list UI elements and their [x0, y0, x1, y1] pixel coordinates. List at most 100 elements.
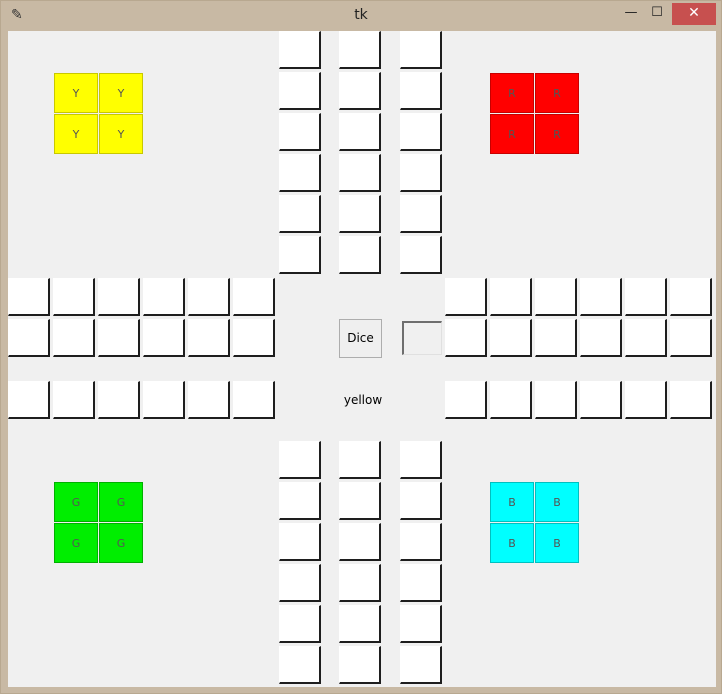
board-cell: [279, 523, 321, 561]
board-cell: [490, 381, 532, 419]
board-cell: [143, 278, 185, 316]
board-cell: [670, 278, 712, 316]
app-window: ✎ tk — ☐ ✕ Y Y Y Y R R R R G G G G B B B…: [0, 0, 722, 694]
board-cell: [339, 523, 381, 561]
cyan-piece[interactable]: B: [535, 482, 579, 522]
board-cell: [339, 236, 381, 274]
title-bar: ✎ tk — ☐ ✕: [1, 1, 721, 31]
board-cell: [445, 319, 487, 357]
board-cell: [53, 319, 95, 357]
red-piece[interactable]: R: [535, 73, 579, 113]
board-cell: [400, 605, 442, 643]
board-cell: [279, 564, 321, 602]
cyan-piece[interactable]: B: [490, 482, 534, 522]
board-cell: [143, 381, 185, 419]
board-cell: [279, 31, 321, 69]
yellow-piece[interactable]: Y: [54, 73, 98, 113]
yellow-piece[interactable]: Y: [99, 73, 143, 113]
board-cell: [143, 319, 185, 357]
board-cell: [535, 278, 577, 316]
board-cell: [625, 381, 667, 419]
board-cell: [625, 319, 667, 357]
board-cell: [98, 319, 140, 357]
board-cell: [339, 154, 381, 192]
board-cell: [400, 564, 442, 602]
board-cell: [53, 381, 95, 419]
ludo-board: Y Y Y Y R R R R G G G G B B B B Dice yel…: [8, 31, 716, 687]
board-cell: [490, 319, 532, 357]
board-cell: [8, 381, 50, 419]
board-cell: [490, 278, 532, 316]
board-cell: [279, 441, 321, 479]
cyan-home: B B B B: [490, 482, 580, 564]
board-cell: [188, 278, 230, 316]
board-cell: [279, 195, 321, 233]
board-cell: [400, 113, 442, 151]
board-cell: [400, 72, 442, 110]
board-cell: [279, 605, 321, 643]
board-cell: [339, 31, 381, 69]
board-cell: [535, 381, 577, 419]
green-home: G G G G: [54, 482, 144, 564]
board-cell: [279, 646, 321, 684]
board-cell: [400, 195, 442, 233]
board-cell: [339, 441, 381, 479]
board-cell: [98, 381, 140, 419]
board-cell: [580, 278, 622, 316]
board-cell: [279, 236, 321, 274]
yellow-piece[interactable]: Y: [99, 114, 143, 154]
close-button[interactable]: ✕: [672, 3, 716, 25]
board-cell: [400, 154, 442, 192]
board-cell: [400, 236, 442, 274]
board-cell: [279, 113, 321, 151]
board-cell: [339, 195, 381, 233]
board-cell: [400, 523, 442, 561]
cyan-piece[interactable]: B: [535, 523, 579, 563]
board-cell: [400, 646, 442, 684]
board-cell: [339, 482, 381, 520]
board-cell: [53, 278, 95, 316]
green-piece[interactable]: G: [99, 482, 143, 522]
minimize-button[interactable]: —: [619, 3, 643, 25]
board-cell: [279, 482, 321, 520]
green-piece[interactable]: G: [54, 523, 98, 563]
yellow-home: Y Y Y Y: [54, 73, 144, 155]
board-cell: [339, 72, 381, 110]
board-cell: [98, 278, 140, 316]
board-cell: [670, 381, 712, 419]
green-piece[interactable]: G: [54, 482, 98, 522]
board-cell: [188, 381, 230, 419]
board-cell: [400, 441, 442, 479]
window-title: tk: [354, 7, 368, 23]
maximize-button[interactable]: ☐: [645, 3, 669, 25]
board-cell: [339, 564, 381, 602]
board-cell: [445, 381, 487, 419]
board-cell: [279, 72, 321, 110]
red-piece[interactable]: R: [490, 114, 534, 154]
cyan-piece[interactable]: B: [490, 523, 534, 563]
board-cell: [400, 31, 442, 69]
dice-value-display: [402, 321, 442, 355]
board-cell: [233, 319, 275, 357]
board-cell: [339, 605, 381, 643]
green-piece[interactable]: G: [99, 523, 143, 563]
board-cell: [625, 278, 667, 316]
board-cell: [670, 319, 712, 357]
board-cell: [535, 319, 577, 357]
board-cell: [8, 319, 50, 357]
red-home: R R R R: [490, 73, 580, 155]
dice-button[interactable]: Dice: [339, 319, 382, 358]
board-cell: [339, 646, 381, 684]
board-cell: [188, 319, 230, 357]
board-cell: [233, 381, 275, 419]
red-piece[interactable]: R: [490, 73, 534, 113]
board-cell: [445, 278, 487, 316]
red-piece[interactable]: R: [535, 114, 579, 154]
current-turn-label: yellow: [343, 393, 383, 407]
board-cell: [580, 381, 622, 419]
board-cell: [8, 278, 50, 316]
board-cell: [339, 113, 381, 151]
yellow-piece[interactable]: Y: [54, 114, 98, 154]
board-cell: [400, 482, 442, 520]
board-cell: [233, 278, 275, 316]
